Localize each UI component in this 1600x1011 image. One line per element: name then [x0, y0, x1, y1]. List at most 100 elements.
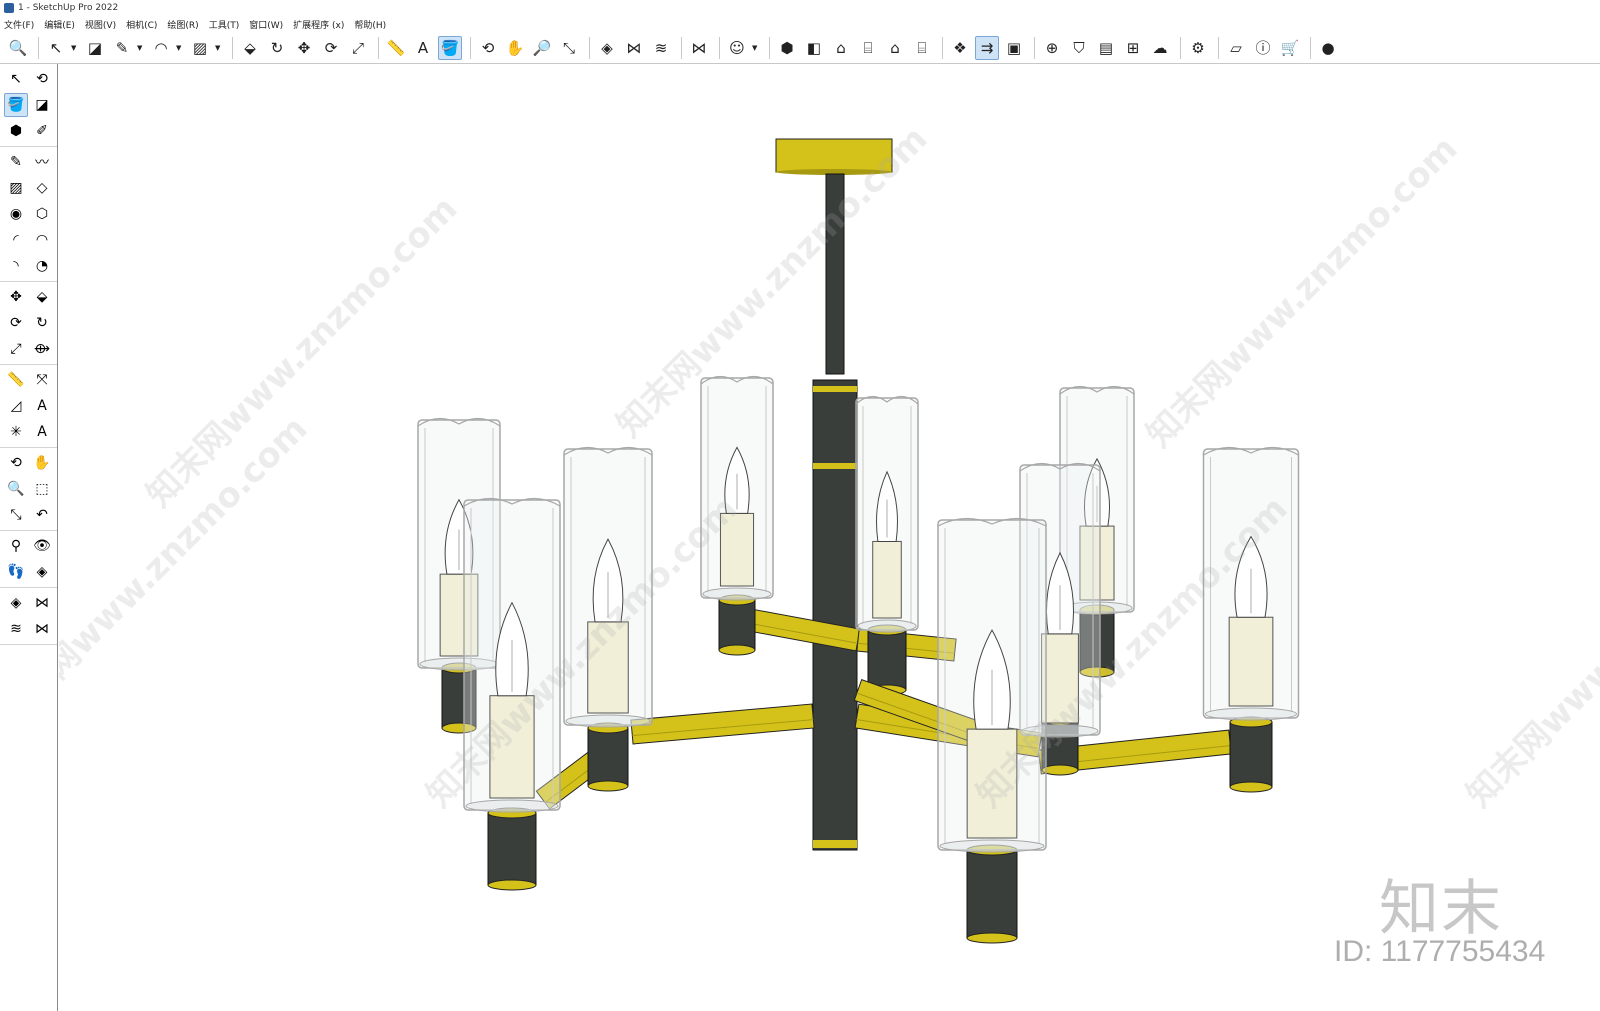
right-view-icon[interactable]: ⌸: [856, 36, 880, 60]
text-icon[interactable]: A: [411, 36, 435, 60]
orbit-nav-icon[interactable]: ⟲: [4, 451, 28, 475]
tape-measure-icon[interactable]: 📏: [384, 36, 408, 60]
select-icon[interactable]: ↖: [44, 36, 68, 60]
display-section-icon[interactable]: ⋈: [622, 36, 646, 60]
orbit-icon[interactable]: ⟲: [476, 36, 500, 60]
menu-item[interactable]: 扩展程序 (x): [293, 18, 344, 31]
pan-nav-icon[interactable]: ✋: [30, 451, 54, 475]
paint-bucket-icon[interactable]: 🪣: [438, 35, 462, 60]
text-tool-icon[interactable]: A: [30, 394, 54, 418]
user-account-icon[interactable]: ☺: [725, 36, 749, 60]
dropdown-arrow-icon[interactable]: ▼: [752, 44, 760, 52]
menu-item[interactable]: 视图(V): [85, 18, 116, 31]
menu-item[interactable]: 编辑(E): [44, 18, 75, 31]
dimension-tool-icon[interactable]: ⤧: [30, 368, 54, 392]
left-view-icon[interactable]: ⌸: [910, 36, 934, 60]
pencil-icon[interactable]: ✎: [110, 36, 134, 60]
previous-view-icon[interactable]: ↶: [30, 503, 54, 527]
move-tool-icon[interactable]: ✥: [4, 285, 28, 309]
eraser-tool-icon[interactable]: ◪: [30, 93, 54, 117]
position-camera-icon[interactable]: ⚲: [4, 534, 28, 558]
profile-icon[interactable]: ●: [1316, 36, 1340, 60]
zoom-extents-icon[interactable]: ⤡: [557, 36, 581, 60]
section-tool-icon[interactable]: ◈: [4, 591, 28, 615]
zoom-extents-nav-icon[interactable]: ⤡: [4, 503, 28, 527]
menu-item[interactable]: 文件(F): [4, 18, 34, 31]
paint-tool-icon[interactable]: 🪣: [4, 93, 28, 117]
toolbar-separator: [1180, 36, 1181, 59]
push-pull-tool-icon[interactable]: ⬙: [30, 285, 54, 309]
arc-icon[interactable]: ◠: [149, 36, 173, 60]
layer-tool-icon[interactable]: ≋: [4, 617, 28, 641]
menu-item[interactable]: 绘图(R): [167, 18, 198, 31]
section-display-icon[interactable]: ⋈: [30, 591, 54, 615]
offset-tool-icon[interactable]: ⟴: [30, 337, 54, 361]
axes-tool-icon[interactable]: ✳: [4, 420, 28, 444]
two-point-arc-tool-icon[interactable]: ◠: [30, 228, 54, 252]
warehouse-icon[interactable]: ▱: [1224, 36, 1248, 60]
pie-tool-icon[interactable]: ◔: [30, 254, 54, 278]
scale-icon[interactable]: ⤢: [346, 36, 370, 60]
add-location-icon[interactable]: ⊕: [1040, 36, 1064, 60]
shopping-cart-icon[interactable]: 🛒: [1278, 36, 1302, 60]
layers-icon[interactable]: ≋: [649, 36, 673, 60]
menu-item[interactable]: 工具(T): [209, 18, 240, 31]
dropdown-arrow-icon[interactable]: ▼: [176, 44, 184, 52]
texture-icon[interactable]: ⊞: [1121, 36, 1145, 60]
section-fill-tool-icon[interactable]: ⋈: [30, 617, 54, 641]
eraser-icon[interactable]: ◪: [83, 36, 107, 60]
section-plane-tool-icon[interactable]: ◈: [30, 560, 54, 584]
zoom-window-icon[interactable]: 🔍: [6, 36, 30, 60]
dropdown-arrow-icon[interactable]: ▼: [215, 44, 223, 52]
front-view-icon[interactable]: ⌂: [829, 36, 853, 60]
component-tool-icon[interactable]: ⬢: [4, 119, 28, 143]
info-icon[interactable]: ⓘ: [1251, 36, 1275, 60]
components-icon[interactable]: ❖: [948, 36, 972, 60]
dropdown-arrow-icon[interactable]: ▼: [71, 44, 79, 52]
model-viewport[interactable]: 知末网www.znzmo.com 知末网www.znzmo.com 知末网www…: [59, 65, 1600, 1011]
rotate-icon[interactable]: ⟳: [319, 36, 343, 60]
tape-tool-icon[interactable]: 📏: [4, 368, 28, 392]
menu-item[interactable]: 窗口(W): [249, 18, 283, 31]
walk-icon[interactable]: 👣: [4, 560, 28, 584]
rectangle-icon[interactable]: ▨: [188, 36, 212, 60]
section-fill-icon[interactable]: ⋈: [687, 36, 711, 60]
line-tool-icon[interactable]: ✎: [4, 150, 28, 174]
section-plane-icon[interactable]: ◈: [595, 36, 619, 60]
scenes-icon[interactable]: ▣: [1002, 36, 1026, 60]
select-tool-icon[interactable]: ↖: [4, 67, 28, 91]
back-view-icon[interactable]: ⌂: [883, 36, 907, 60]
rect-tool-icon[interactable]: ▨: [4, 176, 28, 200]
shield-icon[interactable]: ⛉: [1067, 36, 1091, 60]
move-icon[interactable]: ✥: [292, 36, 316, 60]
menu-item[interactable]: 相机(C): [126, 18, 157, 31]
look-around-icon[interactable]: 👁: [30, 534, 54, 558]
3d-text-tool-icon[interactable]: A: [30, 420, 54, 444]
rotate-tool-icon[interactable]: ⟳: [4, 311, 28, 335]
push-pull-icon[interactable]: ⬙: [238, 36, 262, 60]
follow-me-tool-icon[interactable]: ↻: [30, 311, 54, 335]
orbit-tool-icon[interactable]: ⟲: [30, 67, 54, 91]
menu-item[interactable]: 帮助(H): [354, 18, 386, 31]
iso-view-icon[interactable]: ⬢: [775, 36, 799, 60]
cloud-upload-icon[interactable]: ☁: [1148, 36, 1172, 60]
material-icon[interactable]: ▤: [1094, 36, 1118, 60]
polygon-tool-icon[interactable]: ⬡: [30, 202, 54, 226]
scale-tool-icon[interactable]: ⤢: [4, 337, 28, 361]
zoom-window-nav-icon[interactable]: ⬚: [30, 477, 54, 501]
dropdown-arrow-icon[interactable]: ▼: [137, 44, 145, 52]
zoom-nav-icon[interactable]: 🔍: [4, 477, 28, 501]
follow-me-icon[interactable]: ↻: [265, 36, 289, 60]
pan-icon[interactable]: ✋: [503, 36, 527, 60]
zoom-icon[interactable]: 🔎: [530, 36, 554, 60]
freehand-tool-icon[interactable]: 〰: [30, 150, 54, 174]
protractor-tool-icon[interactable]: ◿: [4, 394, 28, 418]
sample-tool-icon[interactable]: ✐: [30, 119, 54, 143]
rotated-rect-tool-icon[interactable]: ◇: [30, 176, 54, 200]
arc-tool-icon[interactable]: ◜: [4, 228, 28, 252]
three-point-arc-tool-icon[interactable]: ◝: [4, 254, 28, 278]
top-view-icon[interactable]: ◧: [802, 36, 826, 60]
outliner-icon[interactable]: ⇉: [975, 35, 999, 60]
extension-manager-icon[interactable]: ⚙: [1186, 36, 1210, 60]
circle-tool-icon[interactable]: ◉: [4, 202, 28, 226]
